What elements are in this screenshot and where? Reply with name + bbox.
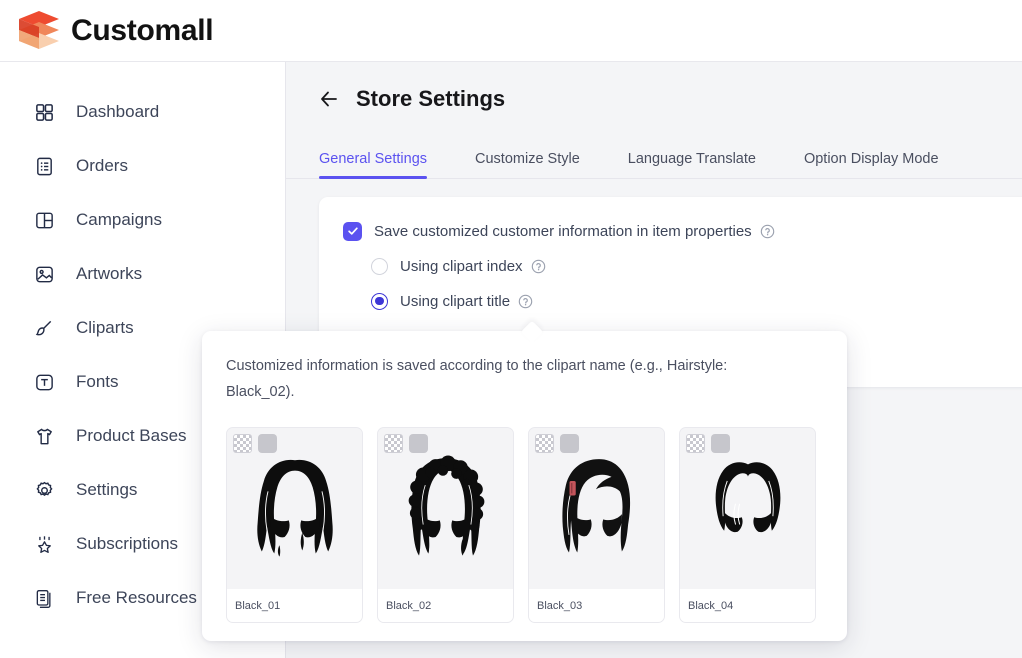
clipart-name: Black_01 [227,589,362,622]
documents-stack-icon [33,587,55,609]
font-t-icon [33,371,55,393]
wavy-long-hair-image [256,459,333,557]
arrow-left-icon[interactable] [318,88,340,110]
sidebar-item-label: Orders [76,156,128,175]
top-brand-bar: Customall [0,0,1022,62]
save-customer-info-label: Save customized customer information in … [374,222,752,240]
tab-customize-style[interactable]: Customize Style [475,151,580,178]
clipart-thumbnail [378,428,513,591]
grid-icon [33,101,55,123]
sidebar-item-orders[interactable]: Orders [0,146,285,186]
list-document-icon [33,155,55,177]
sidebar-item-label: Cliparts [76,318,134,337]
checker-swatch-icon [535,434,554,453]
cube-stack-logo-icon [17,10,61,52]
clipart-name: Black_02 [378,589,513,622]
gear-icon [33,479,55,501]
using-clipart-title-row[interactable]: Using clipart title [343,289,1022,313]
clipart-name: Black_03 [529,589,664,622]
checker-swatch-icon [686,434,705,453]
image-icon [33,263,55,285]
question-circle-icon[interactable] [531,259,546,274]
clipart-thumbnail [680,428,815,591]
tab-general-settings[interactable]: General Settings [319,151,428,179]
checker-swatch-icon [384,434,403,453]
clipart-name: Black_04 [680,589,815,622]
curly-afro-hair-image [408,455,484,556]
solid-swatch-icon [258,434,277,453]
tshirt-icon [33,425,55,447]
solid-swatch-icon [560,434,579,453]
solid-swatch-icon [409,434,428,453]
solid-swatch-icon [711,434,730,453]
sidebar-item-artworks[interactable]: Artworks [0,254,285,294]
sidebar-item-label: Product Bases [76,426,187,445]
tab-language-translate[interactable]: Language Translate [628,151,756,178]
brush-icon [33,317,55,339]
clipart-thumbnail [529,428,664,591]
checker-swatch-icon [233,434,252,453]
question-circle-icon[interactable] [518,294,533,309]
clipart-thumbnail [227,428,362,591]
clipart-card[interactable]: Black_02 [377,427,514,623]
clipart-badges [233,434,277,453]
short-wavy-bob-hair-image [715,461,780,532]
brand-name: Customall [71,13,214,47]
question-circle-icon[interactable] [760,224,775,239]
split-square-icon [33,209,55,231]
clipart-card[interactable]: Black_03 [528,427,665,623]
clipart-card[interactable]: Black_01 [226,427,363,623]
using-clipart-index-radio[interactable] [371,257,388,275]
sidebar-item-label: Subscriptions [76,534,179,553]
tab-option-display-mode[interactable]: Option Display Mode [804,151,939,178]
clipart-badges [535,434,579,453]
using-clipart-index-row[interactable]: Using clipart index [343,254,1022,278]
tooltip-text: Customized information is saved accordin… [226,358,728,400]
clipart-card[interactable]: Black_04 [679,427,816,623]
using-clipart-title-radio[interactable] [371,292,388,310]
using-clipart-index-label: Using clipart index [400,257,523,275]
sidebar-item-label: Artworks [76,264,143,283]
clipart-badges [686,434,730,453]
page-title: Store Settings [356,86,506,111]
crown-star-icon [33,533,55,555]
sidebar-item-campaigns[interactable]: Campaigns [0,200,285,240]
page-header: Store Settings [286,62,1022,112]
clipart-badges [384,434,428,453]
sidebar-item-dashboard[interactable]: Dashboard [0,92,285,132]
sidebar-item-label: Settings [76,480,138,499]
clipart-title-tooltip: Customized information is saved accordin… [202,320,847,641]
sidebar-item-label: Free Resources [76,588,197,607]
sidebar-item-label: Fonts [76,372,119,391]
save-customer-info-row[interactable]: Save customized customer information in … [343,219,1022,243]
app-root: Customall Dashboard Orders Campaigns Art… [0,0,1022,658]
save-customer-info-checkbox[interactable] [343,221,362,241]
sidebar-item-label: Campaigns [76,210,162,229]
clipart-grid: Black_01 Black_02 Black_03 Black_04 [226,427,823,623]
straight-side-part-hair-image [561,458,630,553]
tab-bar: General Settings Customize Style Languag… [286,141,1022,179]
using-clipart-title-label: Using clipart title [400,292,511,310]
sidebar-item-label: Dashboard [76,102,160,121]
